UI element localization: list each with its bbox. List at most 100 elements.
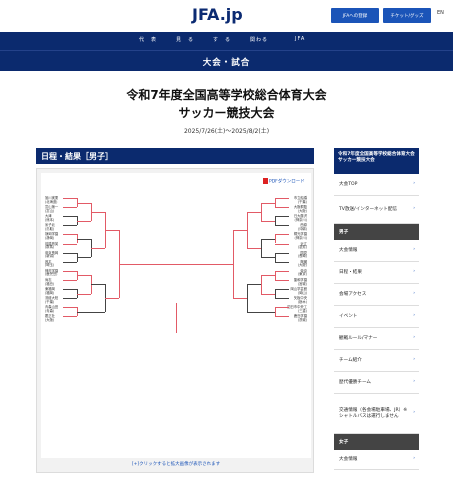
language-switch[interactable]: EN [437,10,444,16]
bracket-left-line [91,284,105,286]
sidebar-item[interactable]: 大会TOP › [334,174,419,196]
nav-item-play[interactable]: す る [213,36,231,43]
bracket-left-line [63,307,77,308]
bracket-right-line [261,293,275,295]
sidebar-item-label: TV放送/インターネット配信 [339,207,398,212]
bracket-left-team-region: (鹿児島) [45,272,58,277]
sidebar-group-header: 女子 [334,434,419,450]
bracket-right-line [233,229,247,231]
chevron-right-icon: › [413,335,415,340]
nav-item-involve[interactable]: 関わる [250,36,268,43]
sidebar-group-label: 女子 [339,440,349,445]
global-nav: 代 表 見 る す る 関わる JFA [0,32,453,50]
section-heading-label: 日程・結果［男子］ [41,152,113,161]
sidebar-item[interactable]: TV放送/インターネット配信 › [334,196,419,224]
pdf-download-link[interactable]: PDFダウンロード [263,178,305,185]
jfa-register-button[interactable]: JFAへの登録 [331,8,379,23]
bracket-left-line [63,225,77,226]
bracket-left-team-region: (大阪) [45,317,55,322]
bracket-right-line [247,211,261,213]
bracket-right-line [261,275,262,294]
sidebar-item[interactable]: 日程・結果 › [334,262,419,284]
bracket-left-team-region: (富山) [45,208,55,213]
chevron-right-icon: › [413,291,415,296]
bracket-right-team-region: (滋賀) [297,245,307,250]
bracket-left-line [63,243,77,245]
bracket-left-line [77,220,91,222]
jfa-logo[interactable]: JFA.jp [192,5,264,27]
bracket-right-team-region: (大阪) [297,263,307,268]
sidebar-item[interactable]: イベント › [334,306,419,328]
chevron-right-icon: › [413,313,415,318]
sidebar-item-label: 大会TOP [339,182,358,187]
bracket-right-final-line [176,263,233,265]
page-title-line1: 令和7年度全国高等学校総合体育大会 [126,88,327,102]
bracket-right-team-region: (千葉) [297,199,307,204]
ticket-goods-button[interactable]: チケット/グッズ [383,8,431,23]
bracket-right-line [261,275,275,277]
bracket-left-line [63,289,77,290]
sidebar-item-label: 会場アクセス [339,292,367,297]
bracket-panel: PDFダウンロード 旭川実業 (北海道) 富山第一 (富山) 大津 (熊本) 米子北 (鳥取)… [36,168,314,473]
nav-item-watch[interactable]: 見 る [176,36,194,43]
bracket-left-team-region: (福島) [45,281,55,286]
sidebar-item[interactable]: 大会情報 › [334,240,419,262]
sidebar-item[interactable]: 会場アクセス › [334,284,419,306]
nav-item-national-team[interactable]: 代 表 [139,36,157,43]
bracket-right-line [275,298,289,299]
bracket-left-line [105,229,119,231]
bracket-left-line [77,275,91,277]
bracket-right-line [275,307,276,317]
sidebar-group-label: 男子 [339,230,349,235]
chevron-right-icon: › [413,247,415,252]
chevron-right-icon: › [413,206,415,211]
sidebar-item-label: チーム紹介 [339,358,362,363]
bracket-right-line [247,211,248,249]
bracket-right-team-region: (東京) [297,272,307,277]
bracket-right-line [275,198,276,208]
bracket-right-line [275,261,289,263]
bracket-right-team-region: (沖縄) [297,226,307,231]
bracket-left-team-region: (鳥取) [45,226,55,231]
bracket-right-line [261,220,275,222]
sidebar-item[interactable]: チーム紹介 › [334,350,419,372]
chevron-right-icon: › [413,269,415,274]
bracket-left-line [77,238,91,240]
enlarge-caption-link[interactable]: [+]クリックすると拡大画像が表示されます [37,461,315,467]
bracket-left-line [63,252,77,254]
sidebar-item[interactable]: 歴代優勝チーム › [334,372,419,394]
nav-item-jfa[interactable]: JFA [295,36,305,42]
bracket-left-line [63,198,77,199]
sidebar-item-label: 歴代優勝チーム [339,380,372,385]
bracket-right-line [261,202,275,204]
bracket-right-line [261,238,275,240]
sidebar-item[interactable]: 交通情報（各会場駐車場、JR）※シャトルバスは運行しません › [334,394,419,434]
bracket-right-team-region: (神奈川) [294,236,307,240]
bracket-left-team-region: (千葉) [45,299,55,304]
sidebar-item[interactable]: 観戦ルール/マナー › [334,328,419,350]
bracket-right-line [247,248,261,249]
bracket-right-line [275,216,289,217]
bracket-right-line [275,316,289,317]
sidebar-item[interactable]: 大会情報 › [334,450,419,470]
sidebar-heading-label: 令和7年度全国高等学校総合体育大会サッカー競技大会 [338,152,415,163]
bracket-right-line [261,202,262,221]
bracket-left-line [91,211,105,213]
bracket-left-team-region: (静岡) [45,236,55,240]
tournament-dates: 2025/7/26(土)～2025/8/2(土) [183,128,270,135]
bracket-right-line [275,234,289,236]
sidebar-group-header: 男子 [334,224,419,240]
bracket-right-team-region: (大阪) [297,208,307,213]
bracket-right-line [261,311,275,313]
bracket-right-team-region: (三重) [297,308,307,313]
bracket-right-line [275,216,276,226]
bracket-right-line [247,284,248,312]
bracket-final-line [175,303,177,333]
bracket-left-line [91,311,105,313]
bracket-image[interactable]: PDFダウンロード 旭川実業 (北海道) 富山第一 (富山) 大津 (熊本) 米子北 (鳥取)… [41,173,311,458]
bracket-right-line [275,234,276,244]
bracket-right-line [247,284,261,286]
bracket-right-line [275,289,276,299]
bracket-left-line [63,207,77,208]
bracket-left-line [77,257,91,258]
